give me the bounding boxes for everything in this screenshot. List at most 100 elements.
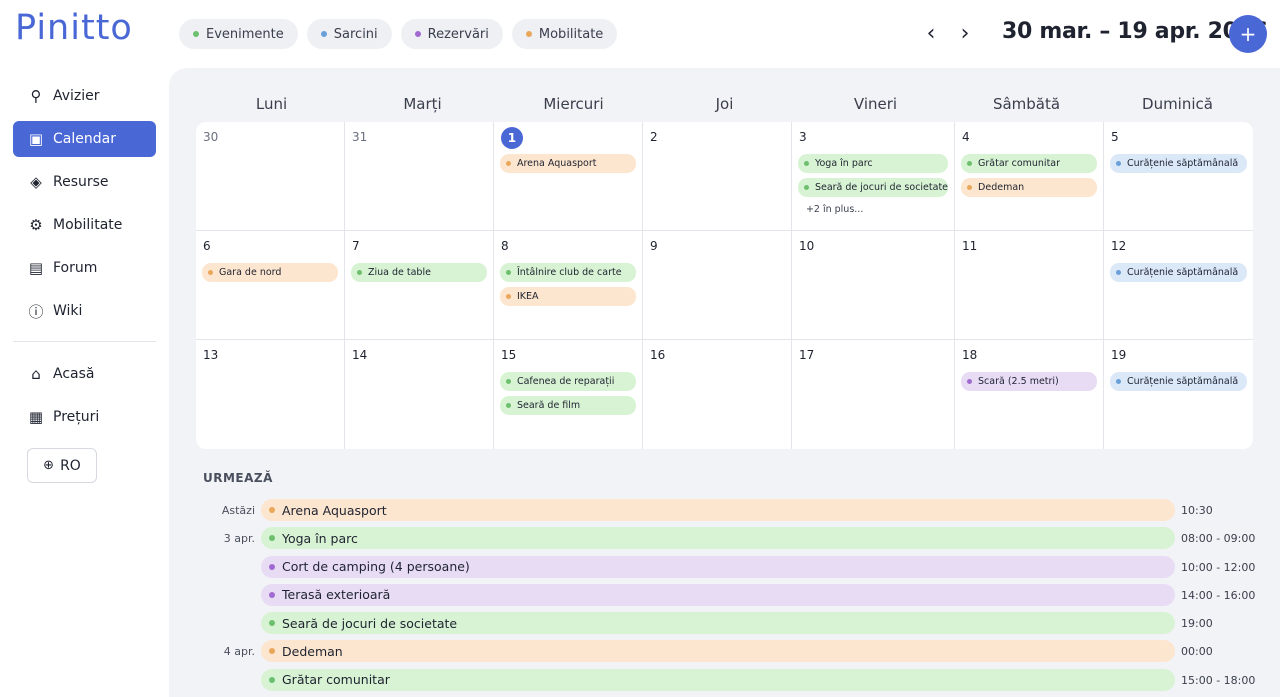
sidebar-item-mobilitate[interactable]: ⚙ Mobilitate — [13, 207, 156, 243]
calendar-icon: ▣ — [28, 130, 44, 148]
sidebar-item-forum[interactable]: ▤ Forum — [13, 250, 156, 286]
day-cell[interactable]: 17 — [792, 340, 956, 449]
calendar-event[interactable]: Yoga în parc — [797, 154, 949, 173]
day-cell[interactable]: 18 Scară (2.5 metri) — [955, 340, 1105, 449]
day-number: 30 — [202, 129, 338, 149]
sidebar-item-label: Wiki — [53, 303, 83, 319]
day-cell[interactable]: 9 — [642, 231, 792, 340]
calendar-event[interactable]: Arena Aquasport — [499, 154, 636, 173]
day-cell[interactable]: 6 Gara de nord — [196, 231, 345, 340]
add-button[interactable]: + — [1229, 15, 1267, 53]
calendar-event[interactable]: Ziua de table — [350, 263, 487, 282]
sidebar-item-label: Acasă — [53, 366, 95, 382]
upcoming-event-label: Grătar comunitar — [282, 672, 390, 688]
event-label: Seară de film — [516, 400, 581, 411]
day-cell[interactable]: 31 — [344, 122, 494, 231]
month-grid: 30 31 1 Arena Aquasport 2 3 Yoga în parc Seară … — [196, 122, 1253, 449]
calendar-event[interactable]: Gara de nord — [202, 263, 338, 282]
day-number: 7 — [351, 238, 487, 258]
upcoming-event[interactable]: Seară de jocuri de societate — [261, 612, 1175, 635]
upcoming-event[interactable]: Arena Aquasport — [261, 499, 1175, 521]
sidebar-item-prețuri[interactable]: ▦ Prețuri — [13, 399, 156, 435]
upcoming-event-label: Terasă exterioară — [282, 587, 391, 603]
upcoming-event[interactable]: Cort de camping (4 persoane) — [261, 555, 1175, 578]
calendar-event[interactable]: Grătar comunitar — [961, 154, 1098, 173]
day-cell[interactable]: 19 Curățenie săptămânală — [1104, 340, 1253, 449]
chevron-right-icon[interactable]: › — [952, 20, 978, 46]
day-cell[interactable]: 13 — [196, 340, 345, 449]
day-cell[interactable]: 30 — [196, 122, 345, 231]
calendar-event[interactable]: IKEA — [499, 287, 636, 306]
day-cell[interactable]: 1 Arena Aquasport — [493, 122, 643, 231]
event-dot — [269, 676, 275, 683]
calendar-event[interactable]: Curățenie săptămânală — [1110, 263, 1247, 282]
calendar-event[interactable]: Cafenea de reparații — [499, 372, 636, 391]
day-cell[interactable]: 8 Întâlnire club de carte IKEA — [493, 231, 643, 340]
event-dot — [269, 507, 275, 513]
day-number-text: 2 — [649, 130, 658, 144]
event-label: Seară de jocuri de societate — [814, 182, 949, 193]
day-number-text: 18 — [962, 348, 978, 362]
chevron-left-icon[interactable]: ‹ — [918, 20, 944, 46]
event-label: Dedeman — [978, 182, 1025, 193]
day-number: 16 — [649, 347, 785, 367]
day-number-text: 30 — [203, 130, 219, 144]
weekday-label: Sâmbătă — [992, 95, 1061, 113]
day-number-text: 4 — [962, 130, 970, 144]
app-logo[interactable]: Pinitto — [15, 8, 133, 48]
day-cell[interactable]: 4 Grătar comunitar Dedeman — [955, 122, 1105, 231]
day-number: 6 — [202, 238, 338, 258]
sidebar-item-avizier[interactable]: ⚲ Avizier — [13, 78, 156, 114]
day-cell[interactable]: 15 Cafenea de reparații Seară de film — [494, 340, 643, 449]
event-label: Curățenie săptămânală — [1127, 376, 1239, 387]
day-cell[interactable]: 11 — [955, 231, 1105, 340]
day-cell[interactable]: 10 — [791, 231, 956, 340]
event-label: Scară (2.5 metri) — [978, 376, 1059, 387]
upcoming-row: Terasă exterioară 14:00 - 16:00 — [203, 583, 1280, 611]
day-cell[interactable]: 14 — [345, 340, 494, 449]
day-number-text: 31 — [351, 130, 368, 144]
day-cell[interactable]: 5 Curățenie săptămânală — [1104, 122, 1253, 231]
sidebar-item-acasă[interactable]: ⌂ Acasă — [13, 356, 156, 392]
day-cell[interactable]: 3 Yoga în parc Seară de jocuri de societat… — [791, 122, 956, 231]
event-label: Yoga în parc — [814, 158, 873, 169]
filter-chip-evenimente[interactable]: Evenimente — [179, 19, 298, 49]
calendar-event[interactable]: Întâlnire club de carte — [499, 263, 636, 282]
upcoming-event[interactable]: Yoga în parc — [261, 527, 1175, 550]
day-cell[interactable]: 12 Curățenie săptămânală — [1104, 231, 1253, 340]
upcoming-time: 10:00 - 12:00 — [1181, 560, 1256, 574]
sidebar-item-label: Forum — [53, 260, 98, 276]
calendar-event[interactable]: Seară de film — [499, 396, 636, 415]
event-dot — [505, 161, 511, 166]
filter-chip-sarcini[interactable]: Sarcini — [306, 19, 392, 49]
filter-dot — [193, 31, 199, 37]
day-number-text: 5 — [1111, 130, 1119, 144]
more-events-link[interactable]: +2 în plus... — [798, 204, 948, 215]
calendar-event[interactable]: Curățenie săptămânală — [1110, 154, 1247, 173]
day-number: 11 — [961, 238, 1097, 258]
filter-chip-rezervări[interactable]: Rezervări — [400, 19, 503, 49]
day-number: 18 — [961, 347, 1097, 367]
day-cell[interactable]: 2 — [642, 122, 792, 231]
upcoming-event[interactable]: Grătar comunitar — [261, 668, 1175, 691]
event-dot — [269, 591, 275, 598]
calendar-event[interactable]: Curățenie săptămânală — [1110, 372, 1247, 391]
sidebar-item-calendar[interactable]: ▣ Calendar — [13, 121, 156, 157]
upcoming-event-label: Dedeman — [282, 643, 343, 659]
day-cell[interactable]: 16 — [643, 340, 792, 449]
event-dot — [269, 563, 275, 570]
filter-label: Rezervări — [427, 26, 489, 42]
day-cell[interactable]: 7 Ziua de table — [344, 231, 494, 340]
sidebar-item-resurse[interactable]: ◈ Resurse — [13, 164, 156, 200]
calendar-event[interactable]: Seară de jocuri de societate — [797, 178, 949, 197]
calendar-event[interactable]: Scară (2.5 metri) — [961, 372, 1098, 391]
upcoming-event[interactable]: Terasă exterioară — [261, 583, 1175, 606]
calendar-event[interactable]: Dedeman — [961, 178, 1098, 197]
filter-chip-mobilitate[interactable]: Mobilitate — [511, 19, 618, 49]
event-dot — [269, 620, 275, 627]
upcoming-event[interactable]: Dedeman — [261, 640, 1175, 663]
day-number: 19 — [1110, 347, 1247, 367]
language-button[interactable]: ⊕ RO — [27, 448, 97, 483]
sidebar-item-wiki[interactable]: ⓘ Wiki — [13, 293, 156, 329]
event-dot — [803, 161, 809, 166]
